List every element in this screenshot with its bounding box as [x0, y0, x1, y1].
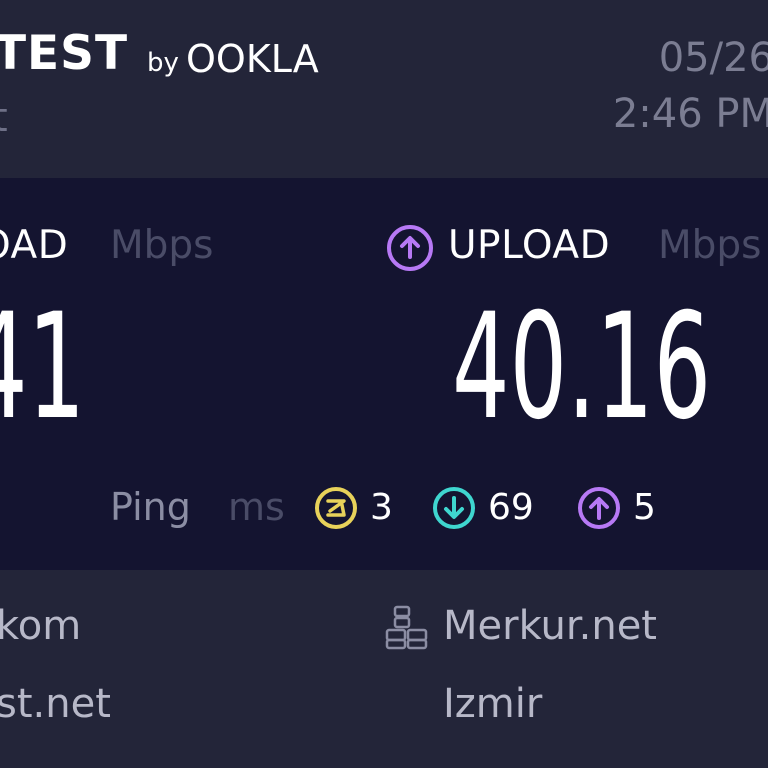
brand-company-logo: OOKLA [186, 37, 319, 81]
server-icon [385, 605, 428, 650]
upload-label: UPLOAD [448, 223, 611, 268]
isp-host: st.net [0, 681, 111, 727]
download-ping-value: 69 [488, 487, 534, 528]
brand-by-text: by [147, 48, 179, 78]
ping-label: Ping [110, 485, 191, 529]
result-date: 05/26 [658, 35, 768, 81]
upload-ping-value: 5 [633, 487, 656, 528]
download-speed-value: 41 [0, 282, 86, 452]
ping-row: Ping ms 3 69 5 [0, 484, 768, 534]
isp-name: kom [0, 603, 82, 649]
upload-unit: Mbps [658, 223, 762, 268]
idle-latency-icon [315, 487, 357, 529]
speedtest-result-screen: TEST by OOKLA t 05/26 2:46 PM OAD Mbps U… [0, 0, 768, 768]
server-name: Merkur.net [443, 603, 657, 649]
server-location: Izmir [443, 681, 543, 727]
results-panel: OAD Mbps UPLOAD Mbps 41 40.16 Ping ms 3 [0, 178, 768, 570]
upload-speed-value: 40.16 [452, 282, 712, 452]
result-time: 2:46 PM [612, 91, 768, 137]
upload-arrow-icon [387, 225, 433, 271]
upload-latency-icon [578, 487, 620, 529]
ping-unit: ms [228, 485, 285, 529]
idle-ping-value: 3 [370, 487, 393, 528]
download-unit: Mbps [110, 223, 214, 268]
download-label: OAD [0, 223, 69, 268]
connection-type-label: t [0, 98, 8, 138]
download-latency-icon [433, 487, 475, 529]
brand-wordmark: TEST [0, 26, 129, 81]
